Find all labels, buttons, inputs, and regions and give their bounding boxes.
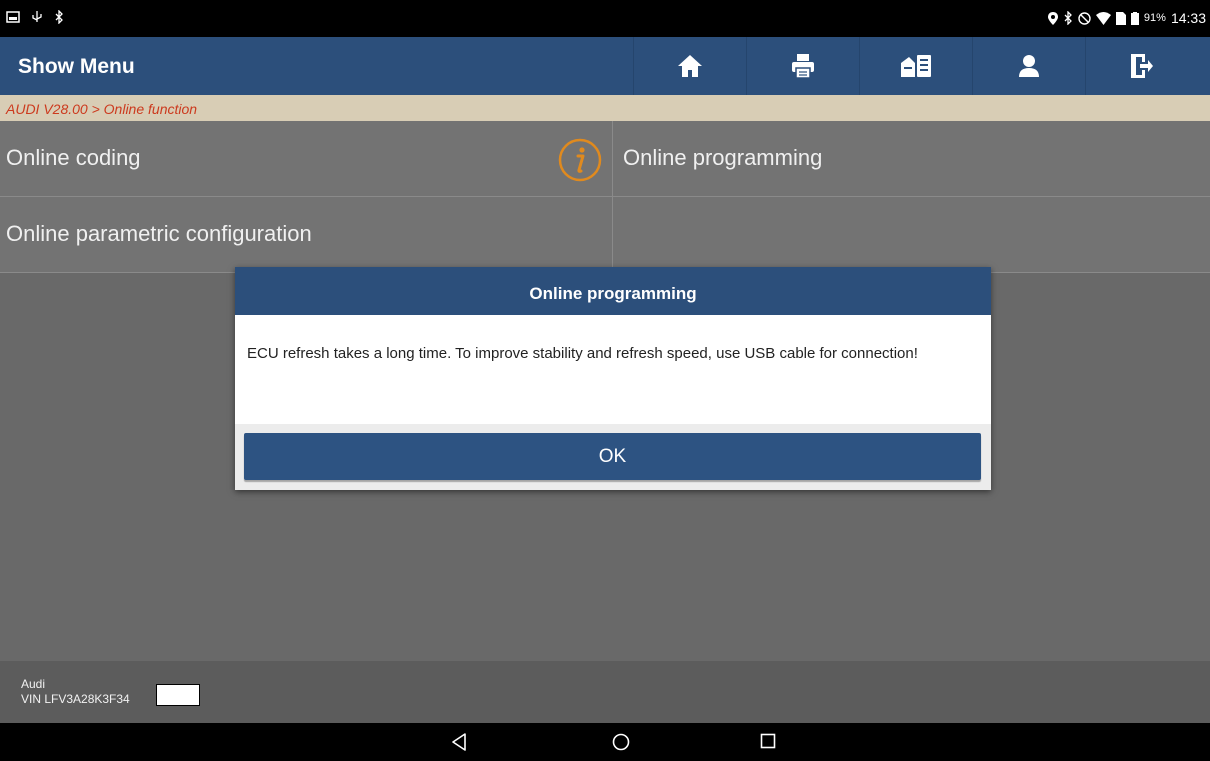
print-icon bbox=[792, 54, 814, 78]
do-not-disturb-icon bbox=[1078, 11, 1091, 25]
menu-item-empty bbox=[613, 197, 1210, 273]
report-icon bbox=[901, 55, 931, 77]
menu-item-online-parametric-configuration[interactable]: Online parametric configuration bbox=[0, 197, 612, 273]
usb-icon bbox=[32, 11, 42, 22]
exit-button[interactable] bbox=[1085, 37, 1198, 95]
menu-item-online-programming[interactable]: Online programming bbox=[613, 121, 1210, 197]
show-menu-title[interactable]: Show Menu bbox=[18, 55, 135, 79]
user-icon bbox=[1019, 55, 1039, 77]
battery-icon bbox=[1130, 11, 1139, 25]
info-icon[interactable] bbox=[557, 137, 603, 183]
location-icon bbox=[1047, 11, 1058, 25]
toolbar bbox=[633, 37, 1198, 95]
back-icon[interactable] bbox=[451, 733, 467, 751]
vin-redaction-box bbox=[156, 684, 200, 706]
vehicle-brand: Audi bbox=[21, 677, 46, 691]
app-header: Show Menu bbox=[0, 37, 1210, 95]
status-right-icons: 91% 14:33 bbox=[1047, 10, 1206, 26]
screenshot-icon bbox=[6, 11, 20, 23]
menu-item-label: Online coding bbox=[6, 145, 141, 170]
ok-button[interactable]: OK bbox=[244, 433, 981, 480]
home-button[interactable] bbox=[633, 37, 746, 95]
print-button[interactable] bbox=[746, 37, 859, 95]
dialog-footer: OK bbox=[235, 424, 991, 490]
menu-item-label: Online parametric configuration bbox=[6, 221, 312, 246]
home-icon bbox=[678, 55, 702, 77]
sim-icon bbox=[1115, 11, 1126, 25]
android-nav-bar bbox=[0, 723, 1210, 761]
bluetooth-icon bbox=[1064, 11, 1072, 25]
status-bar: 91% 14:33 bbox=[0, 0, 1210, 37]
user-button[interactable] bbox=[972, 37, 1085, 95]
vehicle-info-bar: Audi VIN LFV3A28K3F34 bbox=[0, 661, 1210, 723]
menu-item-online-coding[interactable]: Online coding bbox=[0, 121, 612, 197]
exit-icon bbox=[1131, 54, 1153, 78]
home-nav-icon[interactable] bbox=[612, 733, 630, 751]
bluetooth-icon bbox=[55, 10, 63, 24]
battery-level: 91% bbox=[1143, 12, 1166, 24]
online-programming-dialog: Online programming ECU refresh takes a l… bbox=[235, 267, 991, 490]
dialog-title: Online programming bbox=[235, 267, 991, 315]
clock: 14:33 bbox=[1170, 10, 1206, 26]
status-left-icons bbox=[6, 10, 64, 24]
vehicle-vin: VIN LFV3A28K3F34 bbox=[21, 692, 130, 706]
breadcrumb: AUDI V28.00 > Online function bbox=[0, 95, 1210, 121]
menu-item-label: Online programming bbox=[623, 145, 823, 170]
dialog-message: ECU refresh takes a long time. To improv… bbox=[247, 345, 918, 362]
menu-divider bbox=[612, 121, 613, 273]
report-button[interactable] bbox=[859, 37, 972, 95]
breadcrumb-text: AUDI V28.00 > Online function bbox=[6, 101, 198, 117]
recents-icon[interactable] bbox=[760, 733, 776, 749]
wifi-icon bbox=[1095, 11, 1111, 25]
